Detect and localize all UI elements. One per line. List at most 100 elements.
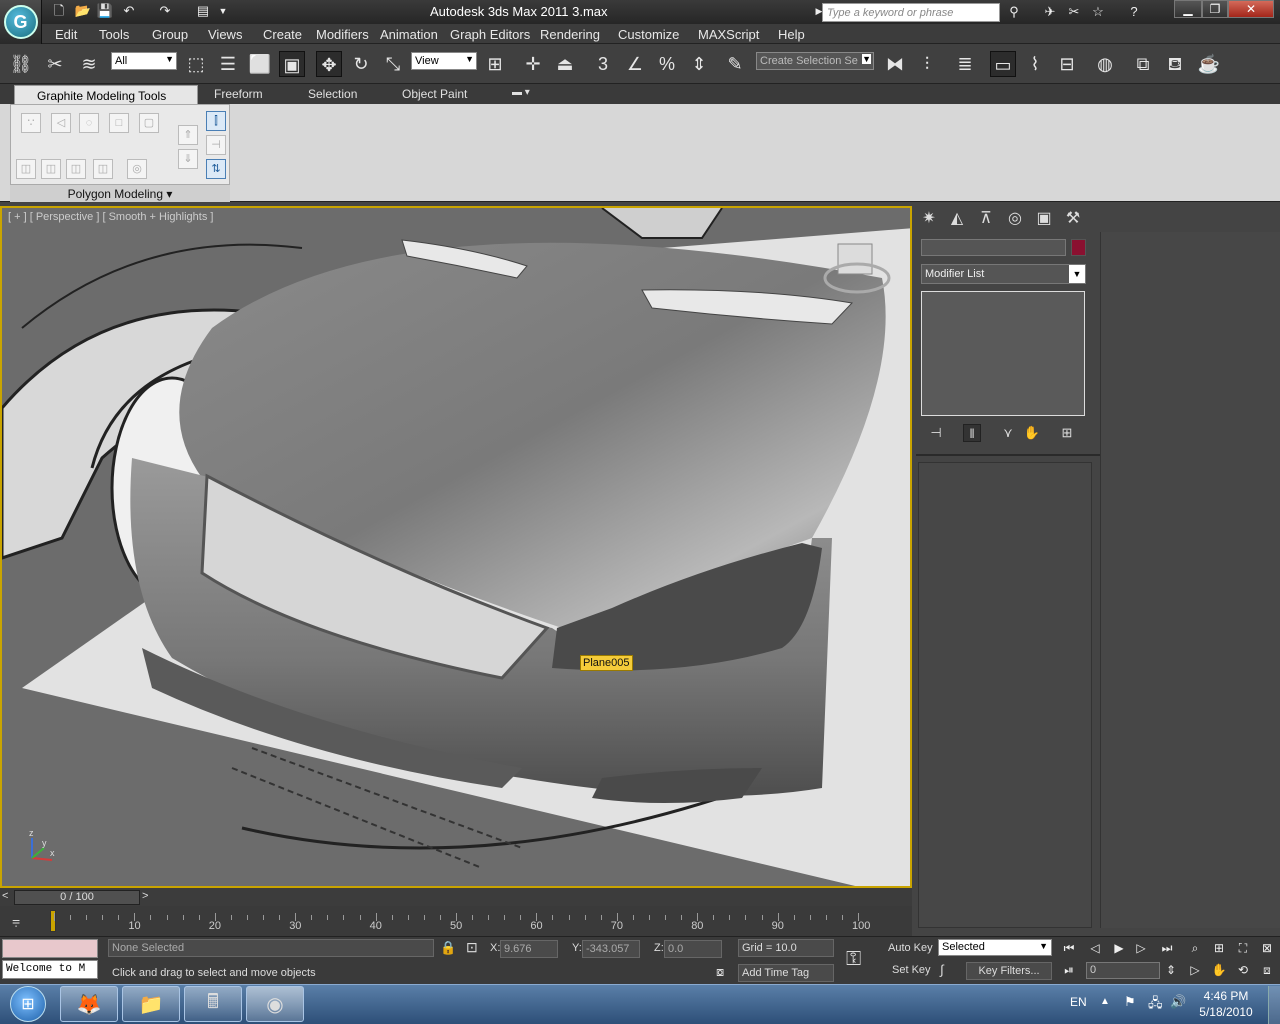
utilities-tab-icon[interactable]: ⚒ <box>1061 207 1085 231</box>
modifier-stack[interactable] <box>921 291 1085 416</box>
subscription-icon[interactable]: ✈ <box>1040 3 1060 21</box>
firefox-taskbar-icon[interactable]: 🦊 <box>60 986 118 1022</box>
pin-stack-icon[interactable]: ⊣ <box>927 424 945 442</box>
selection-filter-dropdown[interactable]: All ▼ <box>111 52 177 70</box>
hierarchy-tab-icon[interactable]: ⊼ <box>974 207 998 231</box>
tab-selection[interactable]: Selection <box>308 87 357 101</box>
calculator-taskbar-icon[interactable]: 🖩 <box>184 986 242 1022</box>
time-prev-button[interactable]: < <box>2 890 14 905</box>
show-end-result-icon[interactable]: ‖ <box>963 424 981 442</box>
graphite-ribbon-toggle-icon[interactable]: ▭ <box>990 51 1016 77</box>
time-tag-icon[interactable]: ⧇ <box>716 964 724 980</box>
use-displace-icon[interactable]: ◎ <box>127 159 147 179</box>
default-in-out-tangent-icon[interactable]: ∫ <box>940 962 944 977</box>
show-cage-icon[interactable]: ⫿ <box>206 111 226 131</box>
redo-icon[interactable]: ↷ <box>156 3 174 19</box>
tab-graphite-modeling-tools[interactable]: Graphite Modeling Tools <box>14 85 198 104</box>
menu-rendering[interactable]: Rendering <box>540 27 600 42</box>
menu-maxscript[interactable]: MAXScript <box>698 27 759 42</box>
menu-help[interactable]: Help <box>778 27 805 42</box>
modify-mode-icon[interactable]: ◫ <box>16 159 36 179</box>
mini-curve-editor-icon[interactable]: ⩦ <box>12 912 34 930</box>
menu-views[interactable]: Views <box>208 27 242 42</box>
start-button[interactable]: ⊞ <box>3 985 53 1023</box>
grow-icon[interactable]: ⇑ <box>178 125 198 145</box>
selection-lock-icon[interactable]: 🔒 <box>440 940 456 956</box>
time-slider-thumb[interactable]: 0 / 100 <box>14 890 140 905</box>
next-frame-icon[interactable]: ▷ <box>1132 940 1150 956</box>
select-manipulate-icon[interactable]: ✛ <box>520 51 546 77</box>
application-button[interactable]: G <box>0 0 42 44</box>
undo-icon[interactable]: ↶ <box>120 3 138 19</box>
y-coordinate-field[interactable]: -343.057 <box>582 940 640 958</box>
menu-create[interactable]: Create <box>263 27 302 42</box>
set-key-button[interactable]: Set Key <box>892 964 931 976</box>
curve-editor-icon[interactable]: ⌇ <box>1022 51 1048 77</box>
menu-group[interactable]: Group <box>152 27 188 42</box>
volume-icon[interactable]: 🔊 <box>1170 994 1186 1010</box>
shrink-icon[interactable]: ⇓ <box>178 149 198 169</box>
link-icon[interactable]: ⛓ <box>8 51 34 77</box>
key-filters-button[interactable]: Key Filters... <box>966 962 1052 980</box>
time-configuration-icon[interactable]: ⇕ <box>1162 962 1180 978</box>
pivot-center-icon[interactable]: ⊞ <box>482 51 508 77</box>
tab-object-paint[interactable]: Object Paint <box>402 87 467 101</box>
key-mode-toggle-icon[interactable]: ⏯ <box>1060 962 1078 978</box>
select-by-name-icon[interactable]: ☰ <box>215 51 241 77</box>
network-icon[interactable]: 🖧 <box>1148 994 1163 1016</box>
zoom-icon[interactable]: ⌕ <box>1186 940 1204 956</box>
show-desktop-button[interactable] <box>1268 986 1280 1024</box>
vertex-icon[interactable]: ∵ <box>21 113 41 133</box>
menu-graph-editors[interactable]: Graph Editors <box>450 27 530 42</box>
system-clock[interactable]: 4:46 PM 5/18/2010 <box>1188 988 1264 1020</box>
show-hidden-icons-icon[interactable]: ▲ <box>1100 996 1110 1007</box>
object-name-field[interactable] <box>921 239 1066 256</box>
absolute-mode-icon[interactable]: ⊡ <box>466 939 478 956</box>
viewport-label-menu[interactable]: [ + ] [ Perspective ] [ Smooth + Highlig… <box>8 211 213 223</box>
create-tab-icon[interactable]: ✷ <box>917 207 941 231</box>
zoom-all-icon[interactable]: ⊞ <box>1210 940 1228 956</box>
polygon-modeling-panel-label[interactable]: Polygon Modeling ▾ <box>10 184 230 202</box>
render-setup-icon[interactable]: ⧉ <box>1130 51 1156 77</box>
previous-frame-icon[interactable]: ◁ <box>1086 940 1104 956</box>
menu-tools[interactable]: Tools <box>99 27 129 42</box>
rendered-frame-window-icon[interactable]: ⛾ <box>1162 51 1188 77</box>
maximize-viewport-icon[interactable]: ⧈ <box>1258 962 1276 978</box>
menu-edit[interactable]: Edit <box>55 27 77 42</box>
previous-modifier-icon[interactable]: ◫ <box>41 159 61 179</box>
go-to-end-icon[interactable]: ⏭ <box>1158 940 1176 956</box>
action-center-icon[interactable]: ⚑ <box>1124 994 1136 1010</box>
make-unique-icon[interactable]: ⋎ <box>999 424 1017 442</box>
render-production-icon[interactable]: ☕ <box>1196 51 1222 77</box>
toggle-end-result-icon[interactable]: ◫ <box>93 159 113 179</box>
reference-coordinate-dropdown[interactable]: View ▼ <box>411 52 477 70</box>
percent-snap-icon[interactable]: % <box>654 51 680 77</box>
menu-customize[interactable]: Customize <box>618 27 679 42</box>
new-file-icon[interactable]: 🗋 <box>50 3 68 19</box>
zoom-extents-all-icon[interactable]: ⊠ <box>1258 940 1276 956</box>
material-editor-icon[interactable]: ◍ <box>1092 51 1118 77</box>
edge-icon[interactable]: ◁ <box>51 113 71 133</box>
x-coordinate-field[interactable]: 9.676 <box>500 940 558 958</box>
binoculars-icon[interactable]: ⚲ <box>1004 3 1024 21</box>
perspective-viewport[interactable]: [ + ] [ Perspective ] [ Smooth + Highlig… <box>0 206 912 888</box>
bind-spacewarp-icon[interactable]: ≋ <box>76 51 102 77</box>
language-indicator[interactable]: EN <box>1070 995 1087 1009</box>
angle-snap-icon[interactable]: ∠ <box>622 51 648 77</box>
field-of-view-icon[interactable]: ▷ <box>1186 962 1204 978</box>
edit-named-selection-icon[interactable]: ✎ <box>722 51 748 77</box>
set-key-icon[interactable]: ⚿ <box>846 948 876 970</box>
current-frame-marker[interactable] <box>50 910 56 932</box>
explorer-taskbar-icon[interactable]: 📁 <box>122 986 180 1022</box>
z-coordinate-field[interactable]: 0.0 <box>664 940 722 958</box>
select-object-icon[interactable]: ⬚ <box>183 51 209 77</box>
favorites-icon[interactable]: ☆ <box>1088 3 1108 21</box>
add-time-tag-button[interactable]: Add Time Tag <box>738 964 834 982</box>
current-frame-field[interactable]: 0 <box>1086 962 1160 979</box>
polygon-icon[interactable]: □ <box>109 113 129 133</box>
unlink-icon[interactable]: ✂ <box>42 51 68 77</box>
quick-access-dropdown-icon[interactable]: ▼ <box>214 3 232 19</box>
play-icon[interactable]: ▶ <box>1110 940 1128 956</box>
project-folder-icon[interactable]: ▤ <box>194 3 212 19</box>
align-icon[interactable]: ⫶ <box>914 51 940 77</box>
